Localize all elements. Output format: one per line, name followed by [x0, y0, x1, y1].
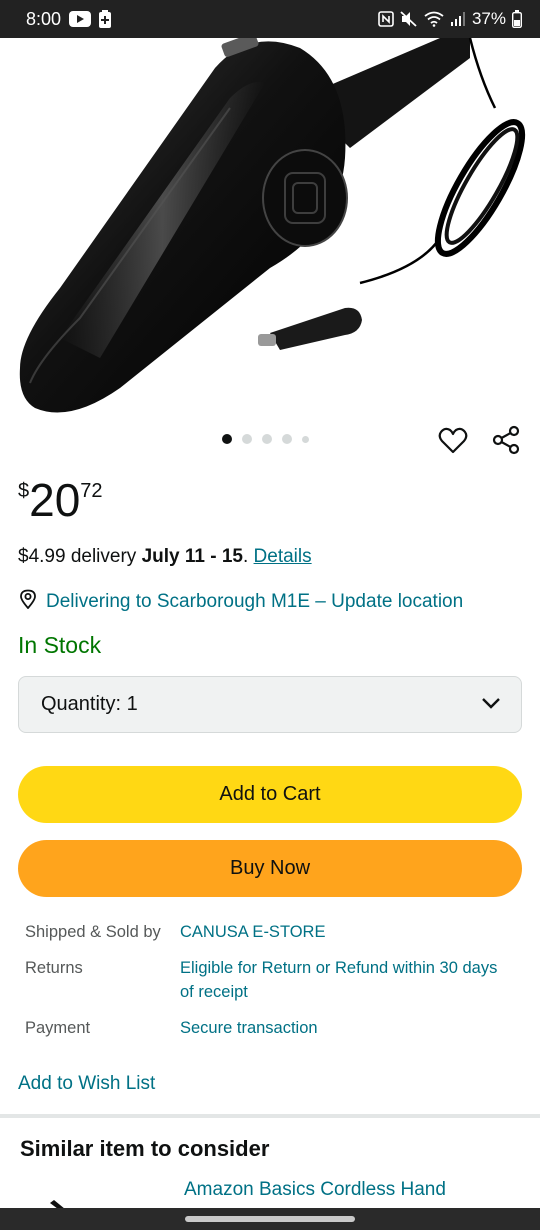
wifi-icon [424, 11, 444, 27]
similar-item-link[interactable]: Amazon Basics Cordless Hand [184, 1178, 524, 1212]
price-fraction: 72 [80, 480, 103, 502]
status-time: 8:00 [26, 8, 62, 29]
location-pin-icon [18, 589, 38, 615]
carousel-dot[interactable] [242, 434, 252, 444]
returns-link[interactable]: Eligible for Return or Refund within 30 … [180, 956, 505, 1004]
section-divider [0, 1114, 540, 1118]
mute-icon [400, 11, 418, 27]
car-vacuum-image [19, 38, 526, 413]
battery-percent: 37% [471, 9, 506, 28]
heart-icon[interactable] [438, 426, 468, 456]
carousel-dot[interactable] [302, 435, 309, 443]
seller-label: Shipped & Sold by [25, 923, 161, 941]
signal-icon [450, 11, 466, 27]
carousel-dot[interactable] [282, 434, 292, 444]
similar-section-title: Similar item to consider [20, 1136, 270, 1161]
youtube-icon [69, 11, 92, 27]
carousel-dots[interactable] [222, 434, 309, 444]
image-carousel-controls [0, 420, 540, 460]
carousel-dot[interactable] [262, 434, 272, 444]
payment-row: Payment Secure transaction [25, 1016, 505, 1040]
payment-link[interactable]: Secure transaction [180, 1016, 505, 1040]
quantity-value: 1 [126, 693, 138, 715]
delivery-location-link[interactable]: Delivering to Scarborough M1E – Update l… [18, 589, 463, 615]
location-text: Delivering to Scarborough M1E – Update l… [46, 591, 464, 612]
product-price: $ 20 72 [18, 474, 103, 526]
seller-link[interactable]: CANUSA E-STORE [180, 920, 505, 944]
chevron-down-icon [481, 693, 501, 716]
status-bar: 8:00 37% [0, 0, 540, 38]
battery-icon [512, 10, 522, 28]
delivery-prefix: $4.99 delivery [18, 546, 142, 567]
nfc-icon [378, 11, 394, 27]
seller-info-table: Shipped & Sold by CANUSA E-STORE Returns… [25, 920, 505, 1052]
delivery-date: July 11 - 15 [141, 546, 243, 567]
payment-label: Payment [25, 1019, 91, 1037]
delivery-suffix: . [242, 546, 254, 567]
price-whole: 20 [29, 474, 81, 526]
quantity-label: Quantity: [41, 693, 122, 715]
system-navigation-bar [0, 1208, 540, 1230]
delivery-info: $4.99 delivery July 11 - 15. Details [18, 546, 312, 568]
returns-row: Returns Eligible for Return or Refund wi… [25, 956, 505, 1004]
share-icon[interactable] [490, 424, 522, 456]
seller-row: Shipped & Sold by CANUSA E-STORE [25, 920, 505, 944]
add-to-wish-list-link[interactable]: Add to Wish List [18, 1073, 155, 1095]
buy-now-button[interactable]: Buy Now [18, 840, 522, 897]
price-currency: $ [18, 480, 30, 502]
product-image[interactable] [0, 38, 540, 418]
home-gesture-handle[interactable] [185, 1216, 355, 1222]
quantity-select[interactable]: Quantity: 1 [18, 676, 522, 733]
add-to-cart-button[interactable]: Add to Cart [18, 766, 522, 823]
carousel-dot[interactable] [222, 434, 232, 444]
battery-saver-icon [99, 10, 112, 28]
delivery-details-link[interactable]: Details [254, 546, 312, 567]
returns-label: Returns [25, 959, 83, 977]
stock-status: In Stock [18, 632, 102, 658]
